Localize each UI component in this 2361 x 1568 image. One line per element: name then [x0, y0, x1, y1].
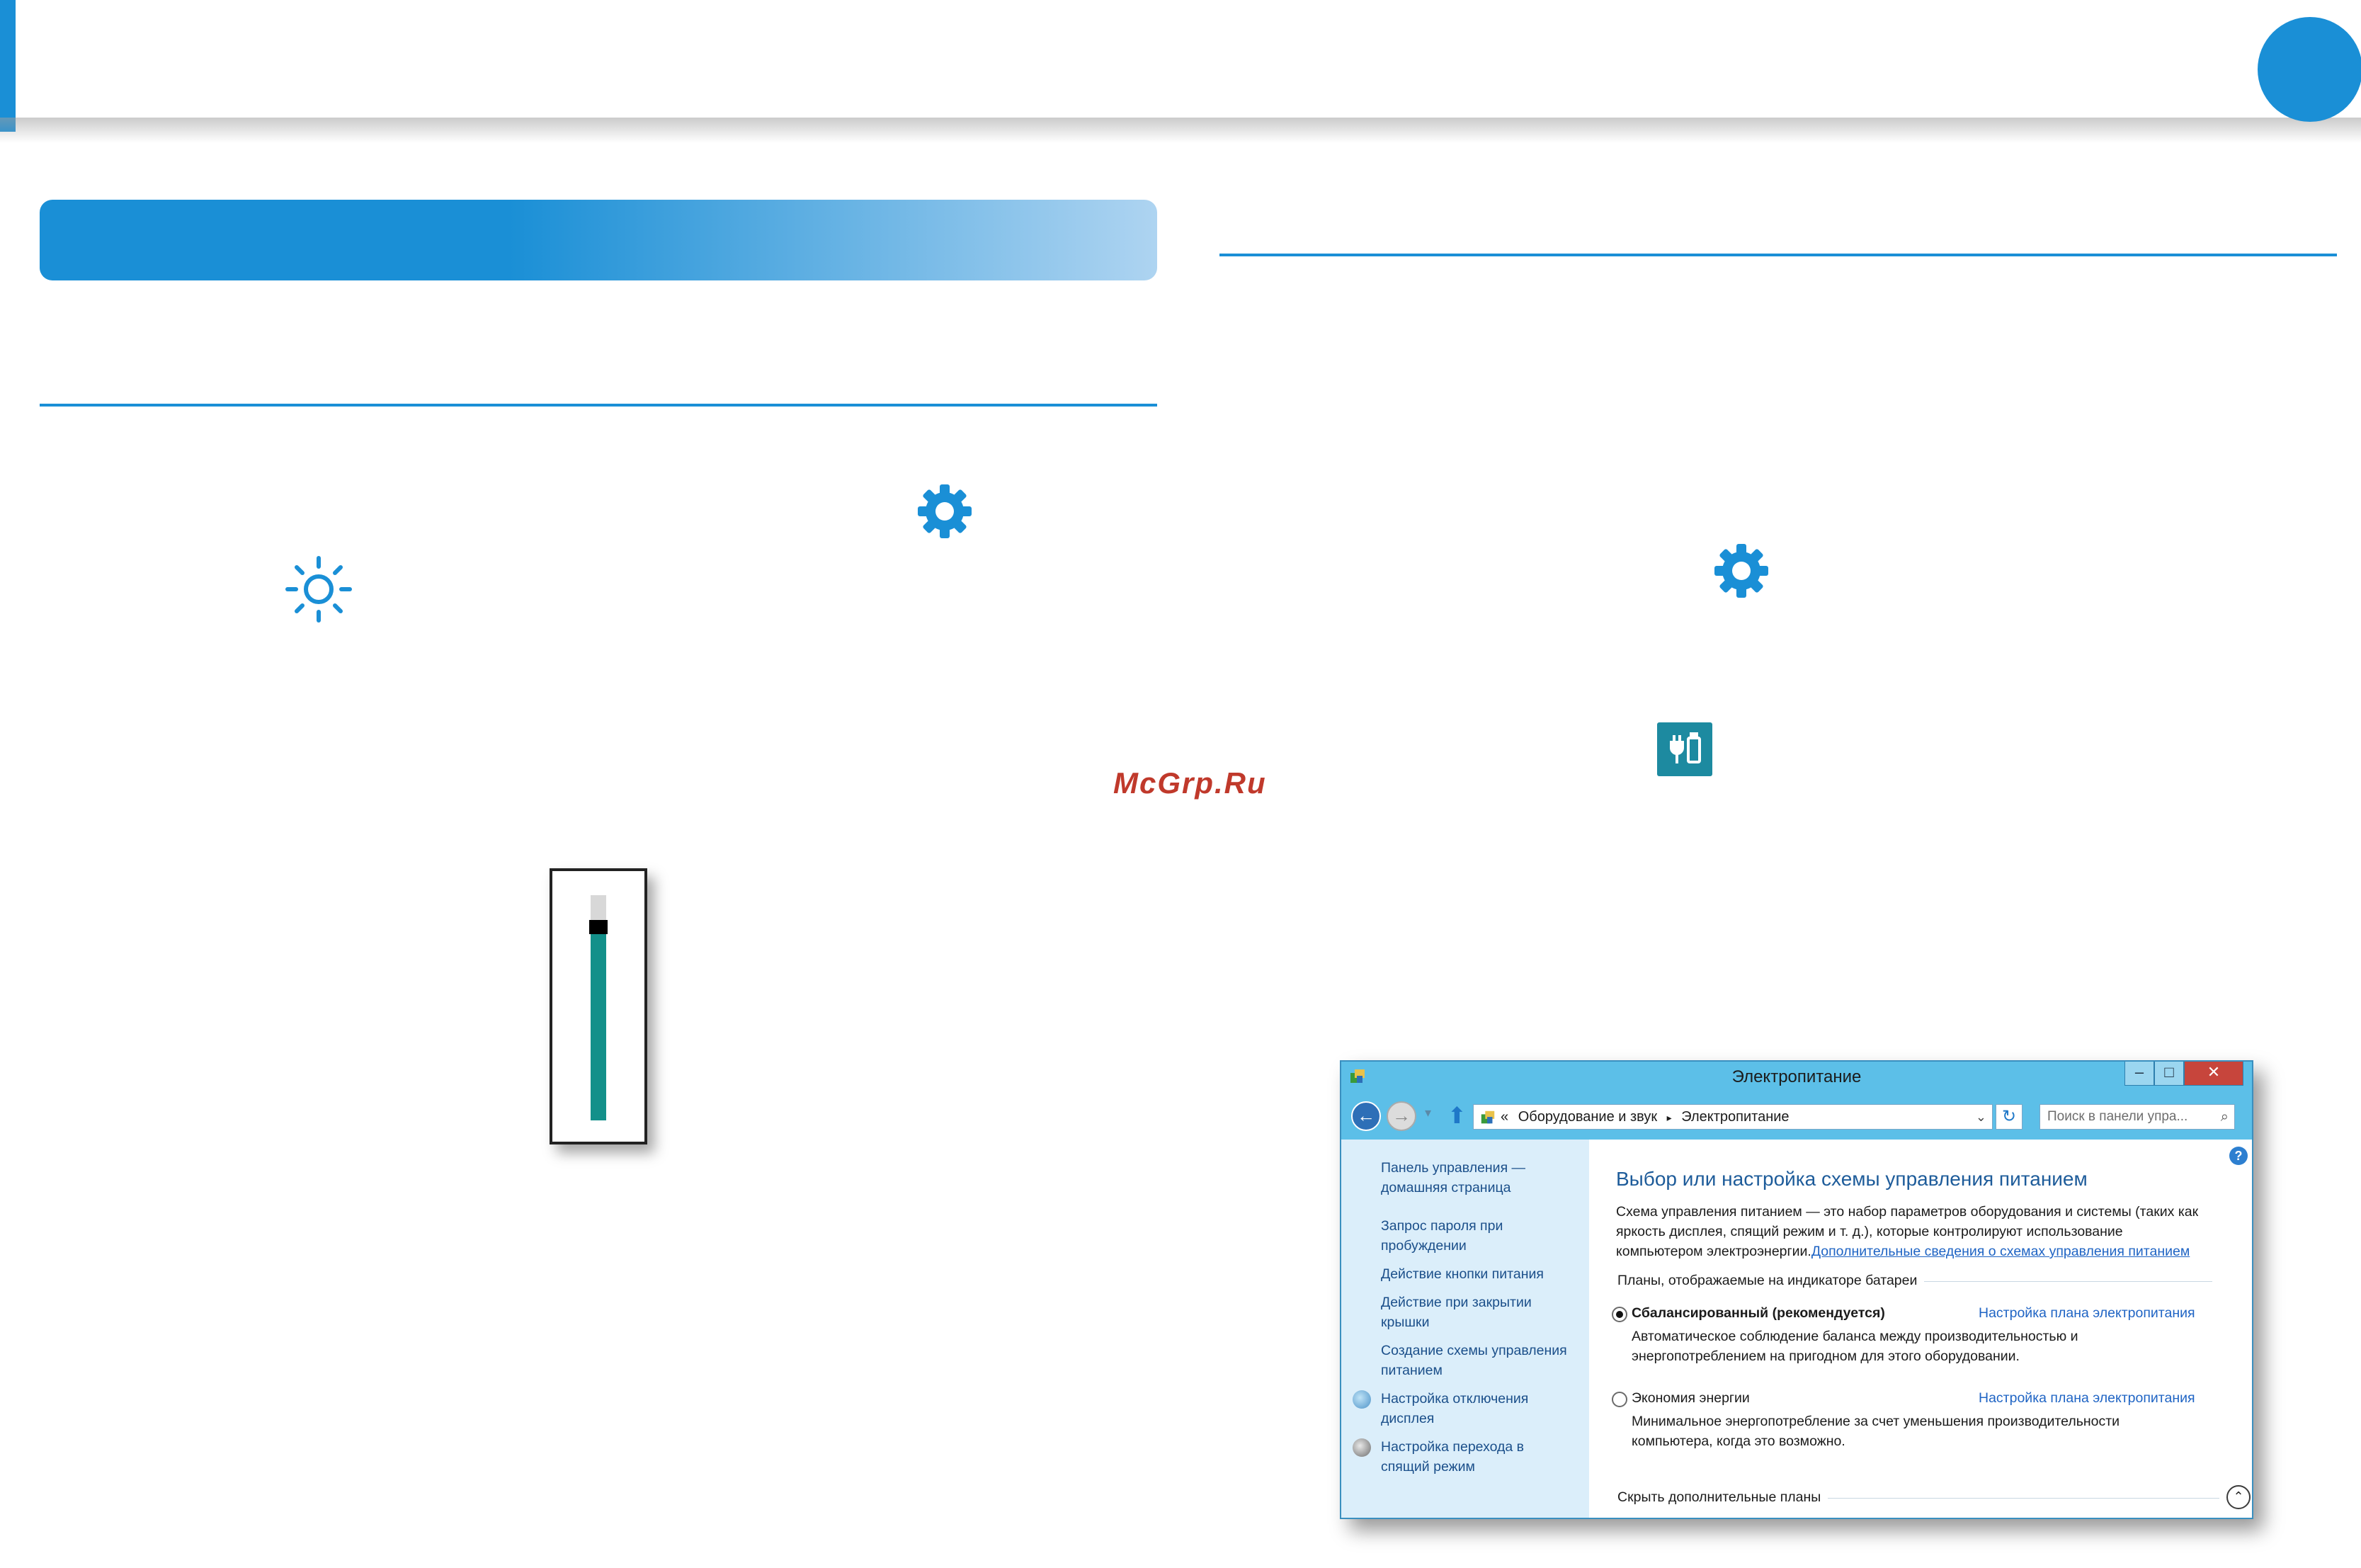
plug-battery-icon	[1670, 732, 1701, 763]
control-panel-icon	[1481, 1110, 1495, 1124]
close-icon: ✕	[2207, 1063, 2221, 1081]
sidebar-item-create-plan[interactable]: Создание схемы управления питанием	[1381, 1341, 1567, 1380]
plan-radio-power-saver[interactable]	[1612, 1392, 1627, 1407]
maximize-button[interactable]: □	[2154, 1062, 2184, 1086]
hide-plans-label[interactable]: Скрыть дополнительные планы	[1617, 1489, 1828, 1506]
maximize-icon: □	[2164, 1063, 2174, 1081]
main-content: ? Выбор или настройка схемы управления п…	[1589, 1140, 2252, 1518]
search-placeholder: Поиск в панели упра...	[2047, 1109, 2188, 1124]
page-accent-bar	[0, 0, 16, 132]
plan-name-power-saver[interactable]: Экономия энергии	[1632, 1390, 1750, 1407]
sidebar: Панель управления — домашняя страница За…	[1341, 1140, 1589, 1518]
plan-description-balanced: Автоматическое соблюдение баланса между …	[1632, 1329, 2078, 1364]
brightness-icon	[285, 556, 352, 623]
gear-icon	[1714, 544, 1768, 598]
battery-icon	[1657, 722, 1712, 776]
help-icon[interactable]: ?	[2229, 1147, 2248, 1165]
breadcrumb-overflow[interactable]: «	[1501, 1109, 1508, 1125]
up-button[interactable]: ⬆	[1447, 1101, 1469, 1130]
chapter-circle	[2258, 17, 2361, 122]
radio-selected-dot	[1616, 1311, 1623, 1318]
brightness-fill	[591, 927, 606, 1120]
section-banner	[40, 200, 1157, 280]
header-shadow	[0, 118, 2361, 143]
sidebar-item-display-off[interactable]: Настройка отключения дисплея	[1381, 1389, 1528, 1428]
address-dropdown-icon[interactable]: ⌄	[1976, 1105, 1986, 1129]
search-icon: ⌕	[2220, 1109, 2229, 1125]
address-bar[interactable]: « Оборудование и звук ▸ Электропитание ⌄	[1473, 1104, 1993, 1130]
brightness-thumb[interactable]	[589, 920, 608, 934]
back-button[interactable]: ←	[1351, 1101, 1381, 1131]
minimize-button[interactable]: –	[2124, 1062, 2154, 1086]
right-divider	[1219, 254, 2337, 256]
forward-button[interactable]: →	[1387, 1101, 1416, 1131]
window-title: Электропитание	[1731, 1067, 1862, 1086]
sidebar-item-password-on-wake[interactable]: Запрос пароля при пробуждении	[1381, 1216, 1503, 1256]
plans-group-label: Планы, отображаемые на индикаторе батаре…	[1617, 1273, 1925, 1289]
plan-description-power-saver: Минимальное энергопотребление за счет ум…	[1632, 1414, 2120, 1449]
power-options-window: Электропитание – □ ✕ ← → ▾ ⬆ « Оборудова…	[1340, 1060, 2253, 1519]
recent-pages-dropdown[interactable]: ▾	[1425, 1106, 1431, 1120]
left-divider	[40, 404, 1157, 407]
sleep-icon	[1353, 1438, 1371, 1457]
brightness-slider[interactable]	[589, 895, 608, 1120]
sidebar-item-lid-close[interactable]: Действие при закрытии крышки	[1381, 1293, 1532, 1332]
sidebar-item-sleep[interactable]: Настройка перехода в спящий режим	[1381, 1437, 1524, 1477]
learn-more-link[interactable]: Дополнительные сведения о схемах управле…	[1811, 1244, 2190, 1259]
refresh-button[interactable]: ↻	[1996, 1104, 2023, 1130]
page-description: Схема управления питанием — это набор па…	[1616, 1204, 2199, 1259]
sidebar-item-home[interactable]: Панель управления — домашняя страница	[1381, 1158, 1525, 1198]
breadcrumb: « Оборудование и звук ▸ Электропитание	[1501, 1105, 1790, 1130]
brightness-slider-panel	[550, 868, 647, 1144]
breadcrumb-hardware-sound[interactable]: Оборудование и звук	[1518, 1109, 1657, 1125]
plan-radio-balanced[interactable]	[1612, 1307, 1627, 1322]
plan-settings-link-balanced[interactable]: Настройка плана электропитания	[1979, 1305, 2195, 1322]
watermark-text: McGrp.Ru	[1113, 766, 1267, 800]
title-bar[interactable]: Электропитание – □ ✕	[1341, 1062, 2252, 1090]
gear-icon	[918, 484, 972, 538]
collapse-chevron-icon[interactable]: ⌃	[2226, 1485, 2251, 1509]
minimize-icon: –	[2134, 1063, 2144, 1081]
plan-name-balanced[interactable]: Сбалансированный (рекомендуется)	[1632, 1305, 1885, 1322]
page-title: Выбор или настройка схемы управления пит…	[1616, 1168, 2088, 1190]
breadcrumb-separator[interactable]: ▸	[1667, 1112, 1672, 1123]
plan-settings-link-power-saver[interactable]: Настройка плана электропитания	[1979, 1390, 2195, 1407]
display-icon	[1353, 1390, 1371, 1409]
sidebar-item-power-button[interactable]: Действие кнопки питания	[1381, 1264, 1544, 1284]
search-input[interactable]: Поиск в панели упра... ⌕	[2039, 1104, 2235, 1130]
close-button[interactable]: ✕	[2184, 1062, 2243, 1086]
breadcrumb-power-options[interactable]: Электропитание	[1681, 1109, 1789, 1125]
